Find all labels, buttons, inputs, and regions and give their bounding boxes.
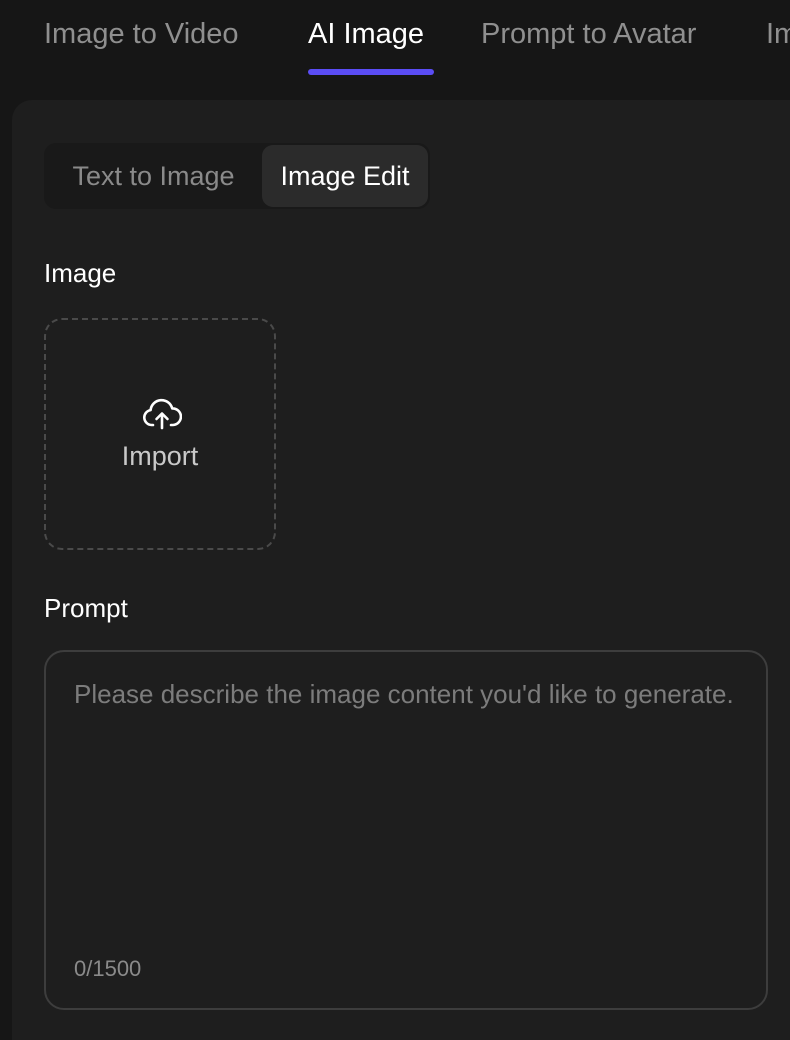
active-tab-indicator: [308, 69, 434, 75]
tab-ai-image[interactable]: AI Image: [308, 14, 424, 54]
cloud-upload-icon: [143, 398, 182, 430]
tab-prompt-to-avatar[interactable]: Prompt to Avatar: [481, 14, 696, 54]
main-tab-bar: Image to Video AI Image Prompt to Avatar…: [0, 0, 790, 80]
image-edit-button[interactable]: Image Edit: [262, 145, 428, 207]
text-to-image-button[interactable]: Text to Image: [46, 145, 261, 207]
image-import-dropzone[interactable]: Import: [44, 318, 276, 550]
tab-image-to-video[interactable]: Image to Video: [44, 14, 239, 54]
prompt-box: 0/1500: [44, 650, 768, 1010]
image-section-label: Image: [44, 258, 117, 288]
import-label: Import: [121, 441, 199, 471]
character-counter: 0/1500: [74, 956, 142, 981]
tab-truncated[interactable]: Im: [766, 14, 790, 54]
prompt-textarea[interactable]: [74, 676, 734, 936]
editor-panel: Text to Image Image Edit Image Import Pr…: [12, 100, 790, 1040]
prompt-section-label: Prompt: [44, 593, 128, 623]
mode-segmented-control: Text to Image Image Edit: [44, 143, 430, 209]
